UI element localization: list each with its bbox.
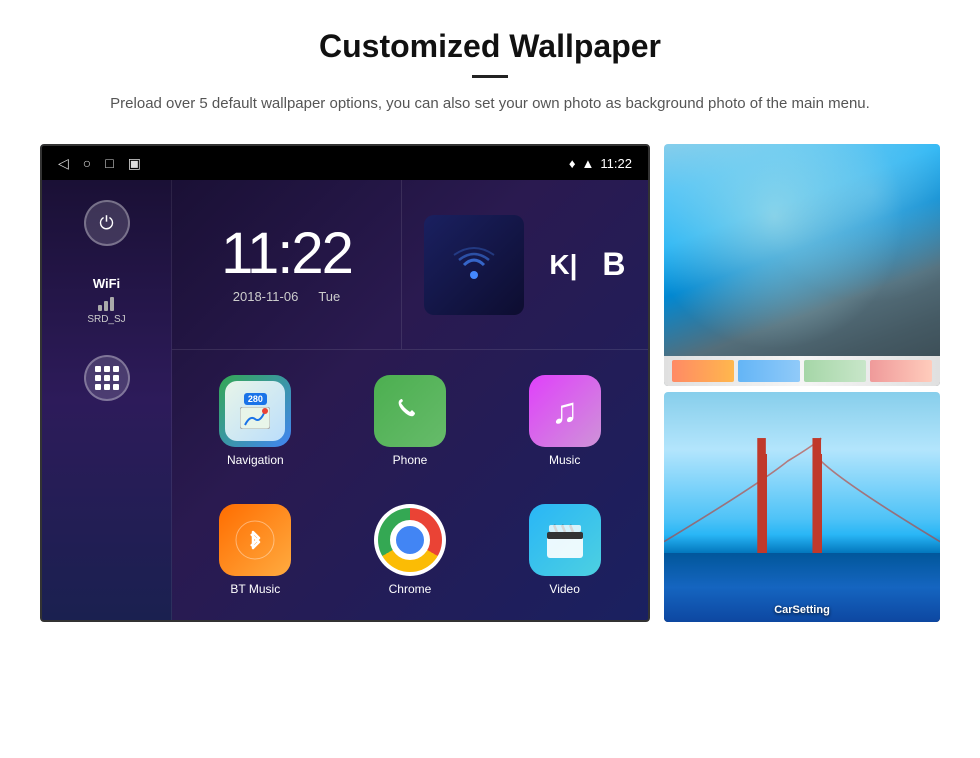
music-note-icon: ♫ — [551, 390, 578, 432]
clock-date-value: 2018-11-06 — [233, 289, 299, 304]
widget-area: K| B — [402, 180, 648, 349]
wifi-bar-1 — [98, 305, 102, 311]
app-video[interactable]: Video — [491, 489, 638, 610]
chrome-outer-ring — [378, 508, 442, 572]
status-bar-right: ♦ ▲ 11:22 — [569, 156, 632, 171]
video-app-icon — [529, 504, 601, 576]
video-label: Video — [549, 582, 579, 596]
app-navigation[interactable]: 280 Navigation — [182, 360, 329, 481]
wallpapers-panel: CarSetting — [664, 144, 940, 622]
phone-app-icon — [374, 375, 446, 447]
app-phone[interactable]: Phone — [337, 360, 484, 481]
page-subtitle: Preload over 5 default wallpaper options… — [80, 92, 900, 116]
nav-badge: 280 — [244, 393, 267, 405]
location-icon: ♦ — [569, 156, 576, 171]
app-music[interactable]: ♫ Music — [491, 360, 638, 481]
clock-time: 11:22 — [221, 225, 352, 283]
bt-music-label: BT Music — [230, 582, 280, 596]
page-header: Customized Wallpaper Preload over 5 defa… — [0, 0, 980, 134]
clapper-icon — [543, 518, 587, 562]
app-chrome[interactable]: Chrome — [337, 489, 484, 610]
wallpaper-bridge[interactable]: CarSetting — [664, 392, 940, 622]
music-app-icon: ♫ — [529, 375, 601, 447]
apps-grid-icon — [95, 366, 119, 390]
status-bar-left: ◁ ○ □ ▣ — [58, 155, 141, 172]
chrome-app-icon — [374, 504, 446, 576]
wifi-bar-3 — [110, 297, 114, 311]
music-label: Music — [549, 453, 580, 467]
ki-widget: K| — [549, 249, 577, 281]
clock-day-value: Tue — [318, 289, 340, 304]
page-title: Customized Wallpaper — [80, 28, 900, 65]
wifi-label: WiFi — [87, 276, 125, 291]
back-nav-icon[interactable]: ◁ — [58, 155, 69, 172]
app-bt-music[interactable]: BT Music — [182, 489, 329, 610]
b-widget: B — [602, 246, 625, 283]
wifi-bar-2 — [104, 301, 108, 311]
home-nav-icon[interactable]: ○ — [83, 155, 91, 171]
title-divider — [472, 75, 508, 78]
wifi-info: WiFi SRD_SJ — [87, 276, 125, 325]
status-bar: ◁ ○ □ ▣ ♦ ▲ 11:22 — [42, 146, 648, 180]
app-grid: 280 Navigation — [172, 350, 648, 620]
clock-widget: 11:22 2018-11-06 Tue — [172, 180, 402, 349]
phone-icon — [390, 391, 430, 431]
wallpaper-ice-cave[interactable] — [664, 144, 940, 386]
android-screen: ◁ ○ □ ▣ ♦ ▲ 11:22 ⏻ WiFi — [40, 144, 650, 622]
status-time: 11:22 — [600, 156, 632, 171]
phone-label: Phone — [393, 453, 428, 467]
top-panel: 11:22 2018-11-06 Tue — [172, 180, 648, 350]
chrome-label: Chrome — [389, 582, 432, 596]
navigation-app-icon: 280 — [219, 375, 291, 447]
map-icon — [240, 407, 270, 429]
sidebar: ⏻ WiFi SRD_SJ — [42, 180, 172, 620]
bottom-strip — [664, 356, 940, 386]
power-button[interactable]: ⏻ — [84, 200, 130, 246]
media-widget[interactable] — [424, 215, 524, 315]
ice-overlay — [664, 144, 940, 386]
nav-inner: 280 — [225, 381, 285, 441]
wifi-waves-icon — [449, 240, 499, 290]
car-setting-label: CarSetting — [774, 604, 830, 616]
bluetooth-icon — [235, 520, 275, 560]
main-content: ◁ ○ □ ▣ ♦ ▲ 11:22 ⏻ WiFi — [0, 134, 980, 622]
main-area: 11:22 2018-11-06 Tue — [172, 180, 648, 620]
screen-body: ⏻ WiFi SRD_SJ — [42, 180, 648, 620]
wifi-bars — [87, 295, 125, 311]
recents-nav-icon[interactable]: □ — [105, 155, 113, 171]
clock-date: 2018-11-06 Tue — [233, 289, 340, 304]
wifi-ssid: SRD_SJ — [87, 314, 125, 325]
bt-music-app-icon — [219, 504, 291, 576]
apps-button[interactable] — [84, 355, 130, 401]
wifi-icon: ▲ — [582, 156, 595, 171]
chrome-inner-circle — [390, 520, 430, 560]
navigation-label: Navigation — [227, 453, 284, 467]
screenshot-nav-icon[interactable]: ▣ — [128, 155, 141, 172]
